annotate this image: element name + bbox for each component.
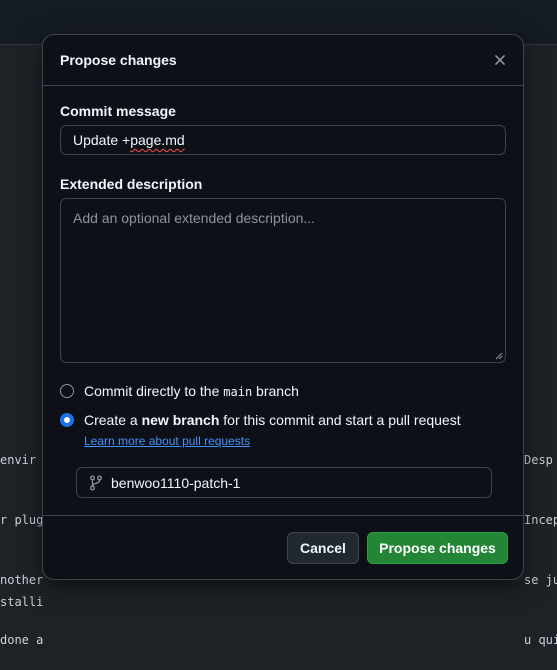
new-branch-bold: new branch: [141, 412, 220, 428]
branch-name-input[interactable]: benwoo1110-patch-1: [76, 467, 492, 498]
resize-grip-icon[interactable]: [495, 352, 503, 360]
commit-direct-text: Commit directly to the: [84, 383, 224, 399]
code-line: stalli: [0, 595, 44, 609]
code-line: Desp: [524, 453, 553, 467]
learn-more-link[interactable]: Learn more about pull requests: [84, 434, 250, 448]
close-icon: [495, 55, 505, 65]
new-branch-radio[interactable]: [60, 413, 74, 427]
branch-name-value: benwoo1110-patch-1: [111, 474, 241, 491]
background-code-left-bottom: stalli: [0, 552, 43, 632]
extended-description-label: Extended description: [60, 176, 203, 192]
commit-message-text: Update +: [73, 132, 131, 148]
new-branch-label: Create a new branch for this commit and …: [84, 412, 461, 428]
commit-direct-option[interactable]: Commit directly to the main branch: [60, 382, 299, 400]
background-code-right: Desp Incep se ju u qui: [524, 410, 557, 670]
propose-changes-dialog: Propose changes Commit message Update +p…: [42, 34, 524, 580]
commit-message-input[interactable]: Update +page.md: [60, 125, 506, 155]
commit-direct-radio[interactable]: [60, 384, 74, 398]
extended-description-textarea[interactable]: Add an optional extended description...: [60, 198, 506, 363]
code-line: Incep: [524, 513, 557, 527]
propose-changes-button[interactable]: Propose changes: [367, 532, 508, 564]
new-branch-prefix: Create a: [84, 412, 142, 428]
new-branch-suffix: for this commit and start a pull request: [219, 412, 461, 428]
code-line: envir: [0, 453, 37, 467]
dialog-title: Propose changes: [60, 52, 177, 68]
footer-divider: [43, 515, 523, 516]
code-line: u qui: [524, 633, 557, 647]
cancel-button[interactable]: Cancel: [287, 532, 359, 564]
code-line: done a: [0, 633, 44, 647]
commit-direct-suffix: branch: [252, 383, 299, 399]
code-line: se ju: [524, 573, 557, 587]
git-branch-icon: [90, 475, 102, 490]
commit-direct-label: Commit directly to the main branch: [84, 383, 299, 399]
extended-description-placeholder: Add an optional extended description...: [73, 210, 316, 226]
dialog-header: Propose changes: [43, 35, 523, 86]
commit-message-misspelled: page.md: [130, 132, 185, 148]
close-button[interactable]: [490, 50, 510, 70]
commit-message-label: Commit message: [60, 103, 176, 119]
new-branch-option[interactable]: Create a new branch for this commit and …: [60, 411, 461, 429]
code-line: r plug: [0, 513, 44, 527]
main-branch-name: main: [223, 385, 253, 399]
